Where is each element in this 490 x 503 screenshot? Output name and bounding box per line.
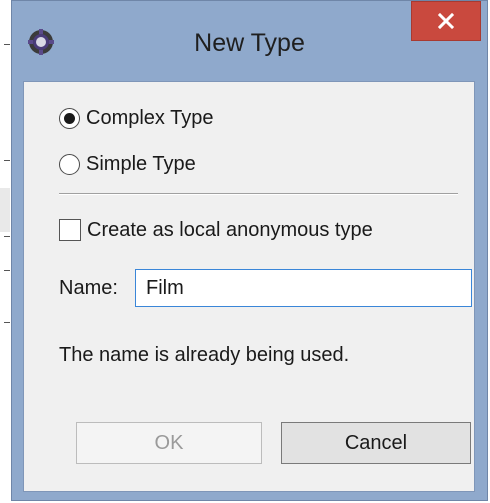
ok-button[interactable]: OK [76, 422, 262, 464]
complex-type-label: Complex Type [86, 107, 214, 129]
cancel-button[interactable]: Cancel [281, 422, 471, 464]
background-tick [4, 270, 10, 271]
new-type-dialog: New Type Complex Type Simple Type Create… [11, 0, 488, 501]
title-bar[interactable]: New Type [12, 1, 487, 81]
background-tick [4, 322, 10, 323]
simple-type-radio[interactable]: Simple Type [59, 152, 196, 176]
complex-type-radio[interactable]: Complex Type [59, 106, 213, 130]
anonymous-type-label: Create as local anonymous type [87, 219, 373, 241]
background-tick [4, 160, 10, 161]
close-icon [438, 13, 454, 29]
dialog-content: Complex Type Simple Type Create as local… [23, 81, 475, 492]
separator [59, 193, 458, 195]
radio-button-checked[interactable] [59, 107, 80, 129]
radio-button-unchecked[interactable] [59, 153, 80, 175]
anonymous-type-checkbox[interactable] [59, 219, 81, 241]
name-input[interactable] [135, 269, 472, 307]
background-tick [4, 236, 10, 237]
close-button[interactable] [411, 1, 481, 41]
background-tick [4, 44, 10, 45]
background-block [0, 188, 10, 232]
anonymous-type-checkbox-row[interactable]: Create as local anonymous type [59, 218, 373, 242]
simple-type-label: Simple Type [86, 153, 196, 175]
status-message: The name is already being used. [59, 344, 350, 366]
name-label: Name: [59, 277, 118, 299]
